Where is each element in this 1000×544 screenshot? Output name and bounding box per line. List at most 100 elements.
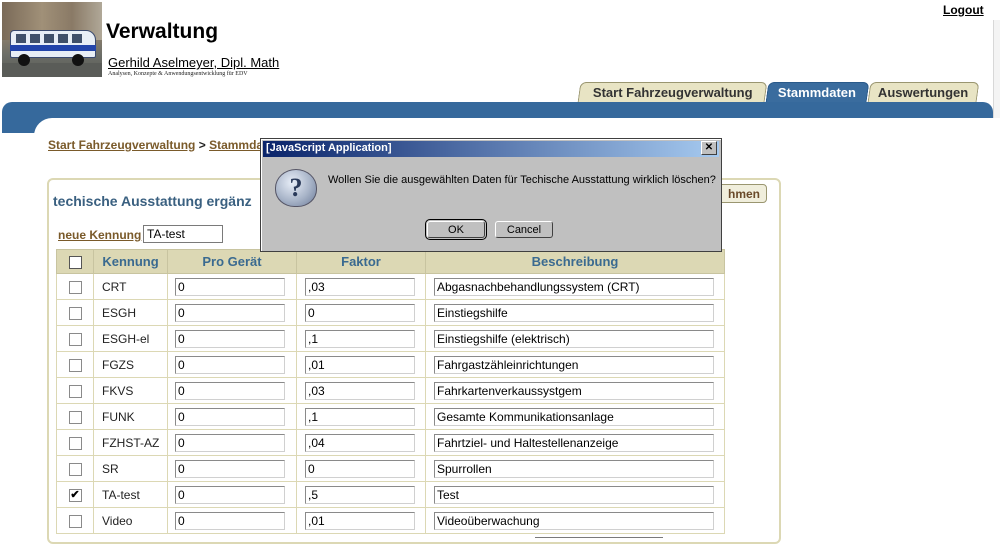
- beschreibung-input[interactable]: [434, 407, 714, 426]
- header-kennung[interactable]: Kennung: [93, 249, 168, 274]
- beschreibung-input[interactable]: [434, 277, 714, 296]
- faktor-input[interactable]: [305, 355, 415, 374]
- pro-geraet-input[interactable]: [175, 511, 285, 530]
- new-key-label[interactable]: neue Kennung: [58, 228, 141, 242]
- faktor-cell: [296, 481, 426, 508]
- header-beschreibung[interactable]: Beschreibung: [425, 249, 725, 274]
- beschreibung-input[interactable]: [434, 355, 714, 374]
- faktor-input[interactable]: [305, 303, 415, 322]
- beschreibung-input[interactable]: [434, 329, 714, 348]
- kennung-cell: Video: [93, 507, 168, 534]
- faktor-input[interactable]: [305, 407, 415, 426]
- faktor-cell: [296, 377, 426, 404]
- beschreibung-input[interactable]: [434, 381, 714, 400]
- beschreibung-input[interactable]: [434, 303, 714, 322]
- confirm-dialog: [JavaScript Application] ✕ ? Wollen Sie …: [260, 138, 722, 252]
- select-all-checkbox[interactable]: [68, 256, 82, 270]
- beschreibung-cell: [425, 481, 725, 508]
- pro-geraet-cell: [167, 325, 297, 352]
- row-checkbox[interactable]: [68, 462, 82, 476]
- faktor-cell: [296, 507, 426, 534]
- beschreibung-input[interactable]: [434, 459, 714, 478]
- beschreibung-cell: [425, 403, 725, 430]
- breadcrumb: Start Fahrzeugverwaltung > Stammda: [48, 138, 263, 152]
- beschreibung-cell: [425, 325, 725, 352]
- pro-geraet-cell: [167, 299, 297, 326]
- faktor-input[interactable]: [305, 459, 415, 478]
- pro-geraet-cell: [167, 507, 297, 534]
- logout-link[interactable]: Logout: [943, 3, 984, 17]
- row-select-cell: [56, 325, 94, 352]
- breadcrumb-separator: >: [198, 138, 206, 152]
- row-select-cell: [56, 273, 94, 300]
- row-checkbox[interactable]: [68, 332, 82, 346]
- beschreibung-input[interactable]: [434, 511, 714, 530]
- pro-geraet-cell: [167, 455, 297, 482]
- header-pro-geraet[interactable]: Pro Gerät: [167, 249, 297, 274]
- pro-geraet-input[interactable]: [175, 485, 285, 504]
- faktor-input[interactable]: [305, 433, 415, 452]
- beschreibung-cell: [425, 455, 725, 482]
- kennung-cell: FKVS: [93, 377, 168, 404]
- faktor-cell: [296, 299, 426, 326]
- beschreibung-cell: [425, 377, 725, 404]
- new-key-input[interactable]: [143, 225, 223, 243]
- pro-geraet-input[interactable]: [175, 277, 285, 296]
- row-select-cell: [56, 455, 94, 482]
- breadcrumb-start-link[interactable]: Start Fahrzeugverwaltung: [48, 138, 195, 152]
- author-link[interactable]: Gerhild Aselmeyer, Dipl. Math: [108, 55, 279, 70]
- row-select-cell: [56, 351, 94, 378]
- header-faktor[interactable]: Faktor: [296, 249, 426, 274]
- pro-geraet-input[interactable]: [175, 303, 285, 322]
- faktor-cell: [296, 429, 426, 456]
- row-checkbox[interactable]: [68, 514, 82, 528]
- ok-button[interactable]: OK: [425, 219, 487, 240]
- pro-geraet-input[interactable]: [175, 433, 285, 452]
- tab-auswertungen[interactable]: Auswertungen: [867, 82, 980, 102]
- app-title: Verwaltung: [106, 20, 219, 43]
- pro-geraet-input[interactable]: [175, 355, 285, 374]
- dialog-message: Wollen Sie die ausgewählten Daten für Te…: [328, 174, 716, 186]
- pro-geraet-input[interactable]: [175, 407, 285, 426]
- select-all-header: [56, 249, 94, 274]
- row-checkbox[interactable]: [68, 306, 82, 320]
- tab-start-fahrzeugverwaltung[interactable]: Start Fahrzeugverwaltung: [577, 82, 768, 102]
- cancel-button[interactable]: Cancel: [495, 221, 553, 238]
- row-checkbox[interactable]: [68, 410, 82, 424]
- row-checkbox[interactable]: [68, 436, 82, 450]
- close-icon[interactable]: ✕: [701, 141, 717, 155]
- kennung-cell: TA-test: [93, 481, 168, 508]
- tab-stammdaten[interactable]: Stammdaten: [765, 82, 870, 102]
- faktor-cell: [296, 325, 426, 352]
- pro-geraet-cell: [167, 351, 297, 378]
- faktor-input[interactable]: [305, 485, 415, 504]
- pro-geraet-input[interactable]: [175, 329, 285, 348]
- table-header-row: Kennung Pro Gerät Faktor Beschreibung: [56, 249, 725, 274]
- kennung-cell: FZHST-AZ: [93, 429, 168, 456]
- dialog-title: [JavaScript Application]: [266, 142, 392, 154]
- faktor-input[interactable]: [305, 277, 415, 296]
- pro-geraet-input[interactable]: [175, 459, 285, 478]
- table-row: ✔ TA-test: [56, 481, 725, 508]
- pro-geraet-cell: [167, 481, 297, 508]
- beschreibung-cell: [425, 351, 725, 378]
- beschreibung-input[interactable]: [434, 433, 714, 452]
- row-select-cell: [56, 403, 94, 430]
- beschreibung-input[interactable]: [434, 485, 714, 504]
- row-checkbox[interactable]: ✔: [68, 488, 82, 502]
- pro-geraet-input[interactable]: [175, 381, 285, 400]
- beschreibung-cell: [425, 273, 725, 300]
- row-checkbox[interactable]: [68, 358, 82, 372]
- table-row: FKVS: [56, 377, 725, 404]
- faktor-cell: [296, 273, 426, 300]
- row-checkbox[interactable]: [68, 384, 82, 398]
- faktor-input[interactable]: [305, 329, 415, 348]
- faktor-input[interactable]: [305, 511, 415, 530]
- equipment-table: Kennung Pro Gerät Faktor Beschreibung CR…: [56, 249, 725, 534]
- faktor-input[interactable]: [305, 381, 415, 400]
- table-row: ESGH: [56, 299, 725, 326]
- breadcrumb-stammdaten-link[interactable]: Stammda: [209, 138, 263, 152]
- kennung-cell: CRT: [93, 273, 168, 300]
- row-checkbox[interactable]: [68, 280, 82, 294]
- pro-geraet-cell: [167, 273, 297, 300]
